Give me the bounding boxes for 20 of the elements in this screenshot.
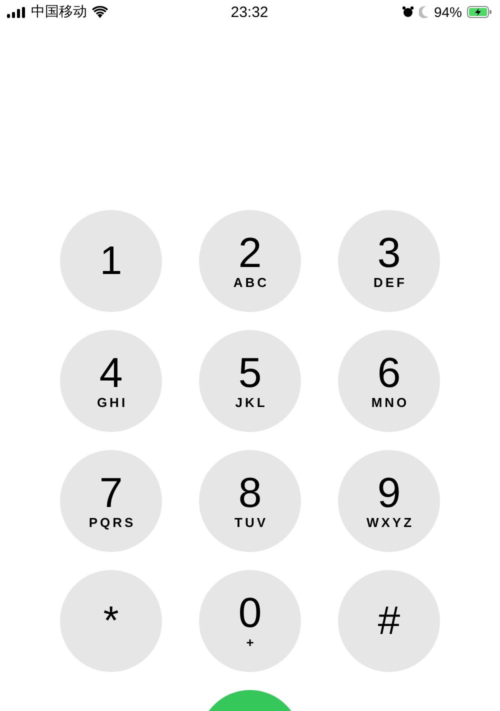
battery-percentage: 94% — [434, 4, 462, 20]
wifi-icon — [92, 6, 108, 18]
dial-key[interactable]: 3 DEF — [338, 210, 440, 312]
dial-key[interactable]: 9 WXYZ — [338, 450, 440, 552]
dial-key[interactable]: 0 + — [199, 570, 301, 672]
dial-key[interactable]: 1 — [60, 210, 162, 312]
dial-key[interactable]: 2 ABC — [199, 210, 301, 312]
dial-key[interactable]: 7 PQRS — [60, 450, 162, 552]
moon-icon — [418, 6, 429, 18]
clock-time: 23:32 — [230, 4, 268, 20]
alarm-clock-icon — [402, 6, 414, 18]
battery-charging-icon — [467, 6, 492, 18]
dial-key[interactable]: 4 GHI — [60, 330, 162, 432]
dial-key[interactable]: * — [60, 570, 162, 672]
dial-key[interactable]: # — [338, 570, 440, 672]
signal-icon — [7, 6, 26, 18]
dial-key[interactable]: 5 JKL — [199, 330, 301, 432]
dial-key[interactable]: 8 TUV — [199, 450, 301, 552]
dial-key[interactable]: 6 MNO — [338, 330, 440, 432]
carrier-name: 中国移动 — [31, 3, 87, 21]
